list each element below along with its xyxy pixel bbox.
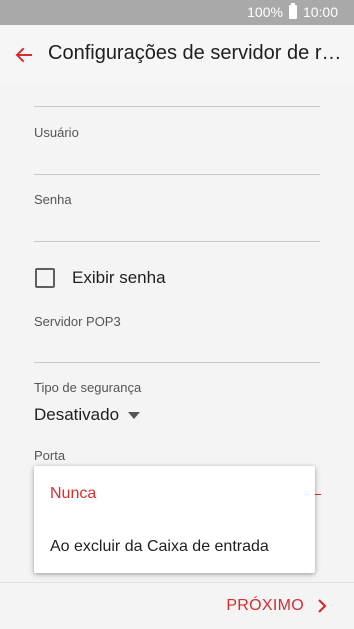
password-underline — [34, 241, 320, 242]
status-time: 10:00 — [302, 4, 338, 20]
delete-policy-popup: Nunca Ao excluir da Caixa de entrada — [34, 466, 315, 573]
password-label: Senha — [34, 192, 72, 207]
show-password-label: Exibir senha — [72, 268, 166, 287]
pop3-server-label: Servidor POP3 — [34, 314, 121, 329]
battery-icon — [288, 3, 297, 19]
username-input[interactable] — [34, 145, 320, 173]
pop3-server-input[interactable] — [34, 334, 320, 362]
checkbox-icon[interactable] — [35, 268, 55, 288]
security-label-wrap: Tipo de segurança — [34, 380, 320, 395]
status-right: 100% 10:00 — [247, 3, 338, 20]
previous-field-underline — [34, 106, 320, 107]
pop3-label-wrap: Servidor POP3 — [34, 314, 320, 329]
password-input[interactable] — [34, 212, 320, 240]
username-underline — [34, 174, 320, 175]
chevron-right-icon — [316, 599, 328, 613]
status-bar: 100% 10:00 — [0, 0, 354, 25]
security-type-label: Tipo de segurança — [34, 380, 142, 395]
bottom-bar: PRÓXIMO — [0, 582, 354, 629]
back-arrow-icon-svg — [15, 47, 32, 63]
battery-percent: 100% — [247, 4, 283, 20]
menu-option-never[interactable]: Nunca — [50, 485, 96, 503]
pop3-underline — [34, 362, 320, 363]
app-bar: Configurações de servidor de recebimento — [0, 25, 354, 85]
chevron-right-icon-svg — [318, 599, 327, 613]
port-label-wrap: Porta — [34, 448, 320, 463]
username-label: Usuário — [34, 125, 79, 140]
username-field-label-wrap: Usuário — [34, 125, 320, 140]
next-button[interactable]: PRÓXIMO — [226, 597, 328, 615]
port-label: Porta — [34, 448, 66, 463]
security-type-dropdown[interactable]: Desativado — [34, 405, 141, 425]
page-title: Configurações de servidor de recebimento — [48, 42, 350, 64]
show-password-row[interactable]: Exibir senha — [35, 268, 166, 288]
security-type-value: Desativado — [34, 405, 120, 424]
next-label: PRÓXIMO — [226, 597, 304, 614]
password-field-label-wrap: Senha — [34, 192, 320, 207]
dropdown-caret-icon — [128, 411, 141, 419]
back-arrow-icon[interactable] — [10, 41, 38, 69]
menu-option-delete-from-inbox[interactable]: Ao excluir da Caixa de entrada — [50, 538, 269, 556]
